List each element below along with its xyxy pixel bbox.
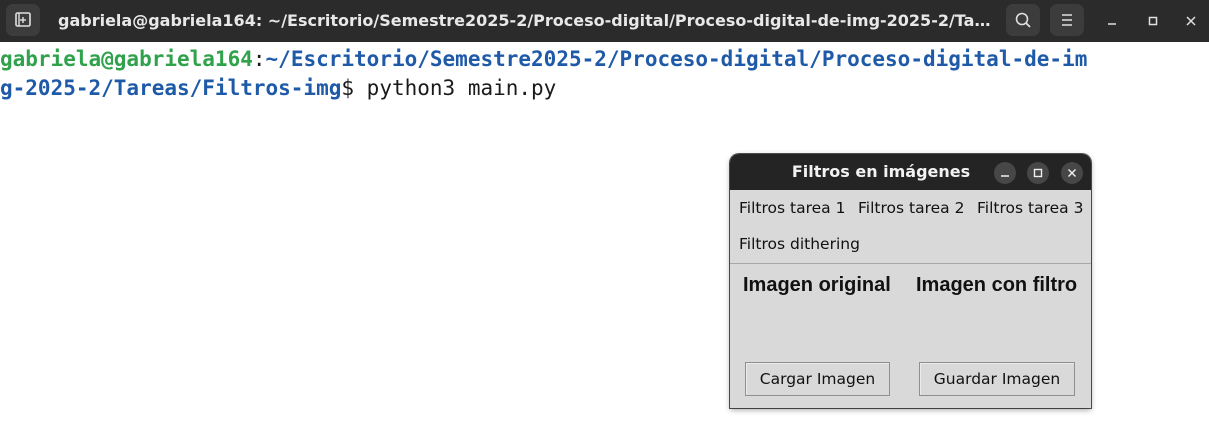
prompt-path-part-1: ~/Escritorio/Semestre2025-2/Proceso-digi… bbox=[265, 47, 1088, 71]
filtered-image-label: Imagen con filtro bbox=[916, 274, 1078, 296]
terminal-header-bar: gabriela@gabriela164: ~/Escritorio/Semes… bbox=[0, 0, 1209, 42]
prompt-colon: : bbox=[252, 47, 266, 71]
minimize-icon bbox=[1001, 175, 1009, 177]
prompt-line-1: gabriela@gabriela164:~/Escritorio/Semest… bbox=[0, 45, 1209, 74]
save-image-button[interactable]: Guardar Imagen bbox=[919, 362, 1075, 396]
original-image-label: Imagen original bbox=[743, 274, 891, 296]
app-maximize-button[interactable] bbox=[1027, 162, 1049, 184]
minimize-icon bbox=[1108, 23, 1116, 25]
app-menubar: Filtros tarea 1 Filtros tarea 2 Filtros … bbox=[730, 190, 1091, 264]
prompt-dollar: $ bbox=[341, 76, 355, 100]
search-button[interactable] bbox=[1006, 4, 1040, 36]
menu-filtros-dithering[interactable]: Filtros dithering bbox=[739, 226, 860, 262]
typed-command: python3 main.py bbox=[354, 76, 557, 100]
close-button[interactable] bbox=[1180, 10, 1202, 32]
close-icon bbox=[1068, 169, 1076, 177]
app-close-button[interactable] bbox=[1061, 162, 1083, 184]
filters-app-window: Filtros en imágenes Filtros tarea 1 Filt… bbox=[730, 154, 1091, 408]
new-tab-button[interactable] bbox=[6, 4, 40, 36]
maximize-icon bbox=[1148, 16, 1158, 26]
prompt-path-part-2: g-2025-2/Tareas/Filtros-img bbox=[0, 76, 342, 100]
menu-filtros-tarea-1[interactable]: Filtros tarea 1 bbox=[739, 190, 845, 226]
search-icon bbox=[1015, 12, 1031, 28]
prompt-line-2: g-2025-2/Tareas/Filtros-img$ python3 mai… bbox=[0, 74, 1209, 103]
app-title: Filtros en imágenes bbox=[791, 162, 971, 181]
load-image-button[interactable]: Cargar Imagen bbox=[745, 362, 890, 396]
app-minimize-button[interactable] bbox=[994, 162, 1016, 184]
menu-button[interactable] bbox=[1050, 4, 1084, 36]
maximize-icon bbox=[1033, 168, 1043, 178]
menu-filtros-tarea-3[interactable]: Filtros tarea 3 bbox=[977, 190, 1083, 226]
menu-filtros-tarea-2[interactable]: Filtros tarea 2 bbox=[858, 190, 964, 226]
hamburger-menu-icon bbox=[1062, 14, 1072, 26]
terminal-window-title: gabriela@gabriela164: ~/Escritorio/Semes… bbox=[58, 11, 993, 30]
terminal-output[interactable]: gabriela@gabriela164:~/Escritorio/Semest… bbox=[0, 45, 1209, 103]
new-tab-icon bbox=[15, 12, 31, 27]
close-icon bbox=[1186, 16, 1196, 26]
maximize-button[interactable] bbox=[1142, 10, 1164, 32]
prompt-user-host: gabriela@gabriela164 bbox=[0, 47, 253, 71]
minimize-button[interactable] bbox=[1101, 10, 1123, 32]
app-content: Imagen original Imagen con filtro Cargar… bbox=[730, 264, 1091, 408]
app-titlebar[interactable]: Filtros en imágenes bbox=[730, 154, 1091, 190]
